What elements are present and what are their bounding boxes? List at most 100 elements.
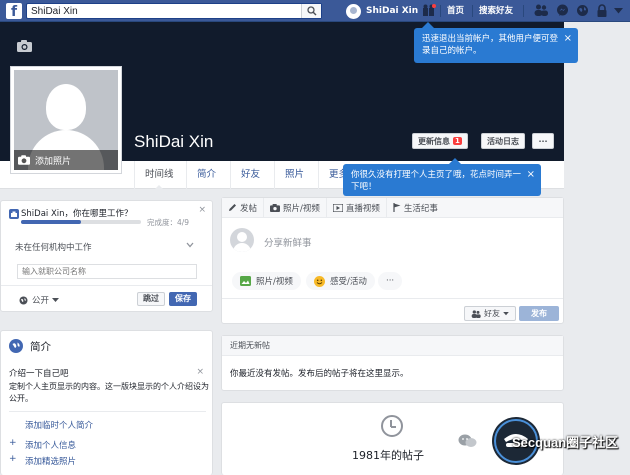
messages-icon[interactable] [556,4,569,20]
search-button[interactable] [301,4,321,18]
chevron-down-icon [52,297,60,302]
plus-icon: + [9,454,17,464]
add-personal-info-link[interactable]: 添加个人信息 [25,439,76,451]
tab-timeline[interactable]: 时间线 [134,161,184,190]
composer-tab-live[interactable]: 直播视频 [327,197,387,218]
update-info-button[interactable]: 更新信息 1 [412,133,468,149]
composer-tab-photo[interactable]: 照片/视频 [264,197,327,218]
nav-home-link[interactable]: 首页 [447,4,464,16]
avatar-head [46,84,86,130]
composer-tab-label: 直播视频 [345,203,380,214]
add-bio-link[interactable]: 添加临时个人简介 [25,419,93,431]
photo-icon [240,276,251,286]
company-input[interactable] [17,264,197,279]
divider [222,298,563,299]
composer-tab-label: 发帖 [240,203,258,214]
wechat-icon [458,434,477,447]
update-profile-tooltip: 你很久没有打理个人主页了哦，花点时间弄一下吧！ × [343,158,541,196]
default-avatar: 添加照片 [14,70,118,170]
briefcase-icon [9,209,19,219]
progress-label: 完成度：4/9 [147,218,190,227]
composer-tab-label: 生活纪事 [403,203,438,214]
switch-account-text: 迅速退出当前帐户，其他用户便可登录自己的帐户。 [422,34,559,56]
nav-find-friends-link[interactable]: 搜索好友 [479,4,513,16]
smiley-icon [314,275,325,287]
chevron-down-icon [503,311,509,315]
more-options-button[interactable]: ··· [532,133,554,149]
privacy-label: 公开 [32,296,50,306]
option-label: 感受/活动 [330,277,367,287]
tab-friends[interactable]: 好友 [230,161,270,189]
profile-picture[interactable]: 添加照片 [10,66,122,174]
friends-icon[interactable] [534,4,548,19]
nav-profile-link[interactable]: ShiDai Xin [346,3,418,19]
composer-tabs: 发帖 照片/视频 直播视频 生活纪事 [222,197,563,218]
year-posts-label: 1981年的帖子 [352,449,424,462]
recent-posts-card: 近期无新帖 你最近没有发帖。发布后的帖子将在这里显示。 [221,335,564,391]
search-input[interactable] [27,4,297,18]
watermark-text: Secquan圈子社区 [512,435,619,450]
composer-input[interactable]: 分享新鲜事 [264,235,312,249]
privacy-selector[interactable]: 公开 [19,294,60,306]
close-icon[interactable]: × [564,33,572,45]
post-composer: 发帖 照片/视频 直播视频 生活纪事 分享新鲜事 照片/视频 感受/活动 ···… [221,197,564,324]
close-icon[interactable]: × [527,169,535,181]
pencil-icon [229,204,236,211]
camera-icon [18,155,30,165]
composer-tab-life-event[interactable]: 生活纪事 [387,198,444,218]
camera-icon [270,203,281,212]
globe-icon [9,339,23,353]
nav-user-name: ShiDai Xin [366,6,419,16]
globe-icon [19,296,28,304]
switch-account-tooltip: 迅速退出当前帐户，其他用户便可登录自己的帐户。 × [414,22,578,63]
activity-log-button[interactable]: 活动日志 [481,133,525,149]
save-button[interactable]: 保存 [169,292,197,306]
add-featured-photos-link[interactable]: 添加精选照片 [25,455,76,467]
skip-button[interactable]: 跳过 [137,292,165,306]
composer-tab-post[interactable]: 发帖 [222,197,265,218]
switch-account-icon[interactable] [422,4,436,20]
intro-description: 定制个人主页显示的内容。这一版块显示的个人介绍设为公开。 [9,382,209,403]
camera-icon[interactable] [17,40,32,55]
tab-photos[interactable]: 照片 [274,161,314,189]
close-icon[interactable]: × [196,367,204,377]
globe-icon[interactable] [576,4,589,20]
notification-badge: 1 [453,137,462,145]
nav-divider [472,5,473,17]
search-icon [307,6,317,16]
tooltip-arrow [422,22,434,28]
add-profile-photo-button[interactable]: 添加照片 [14,150,118,170]
feeling-activity-option[interactable]: 感受/活动 [306,272,375,290]
audience-label: 好友 [484,309,500,318]
intro-title: 简介 [30,341,51,353]
update-profile-text: 你很久没有打理个人主页了哦，花点时间弄一下吧！ [351,170,522,192]
video-icon [332,203,343,212]
chevron-down-icon[interactable] [614,7,623,17]
tab-about[interactable]: 简介 [186,161,226,189]
flag-icon [393,203,401,212]
update-info-label: 更新信息 [418,136,450,146]
close-icon[interactable]: × [198,205,206,215]
avatar [346,3,361,19]
audience-selector[interactable]: 好友 [464,306,516,321]
intro-card: 简介 介绍一下自己吧 × 定制个人主页显示的内容。这一版块显示的个人介绍设为公开… [0,330,213,475]
profile-name[interactable]: ShiDai Xin [134,132,213,152]
more-options-button[interactable]: ··· [378,272,403,290]
photo-video-option[interactable]: 照片/视频 [232,272,301,290]
nav-divider [523,5,524,17]
composer-tab-label: 照片/视频 [283,203,320,214]
lock-icon[interactable] [596,4,608,20]
recent-posts-message: 你最近没有发帖。发布后的帖子将在这里显示。 [230,369,409,379]
work-question: 未在任何机构中工作 [15,243,92,253]
facebook-logo[interactable]: f [6,3,22,19]
work-prompt-title: ShiDai Xin，你在哪里工作？ [21,209,133,219]
intro-subtitle: 介绍一下自己吧 [9,369,69,379]
avatar [230,228,254,252]
post-button[interactable]: 发布 [519,306,559,321]
chevron-down-icon[interactable] [186,241,194,250]
work-prompt-card: ShiDai Xin，你在哪里工作？ 完成度：4/9 × 未在任何机构中工作 公… [0,200,213,312]
add-photo-label: 添加照片 [35,156,72,167]
option-label: 照片/视频 [256,277,293,287]
friends-icon [471,309,481,318]
progress-fill [21,220,81,224]
